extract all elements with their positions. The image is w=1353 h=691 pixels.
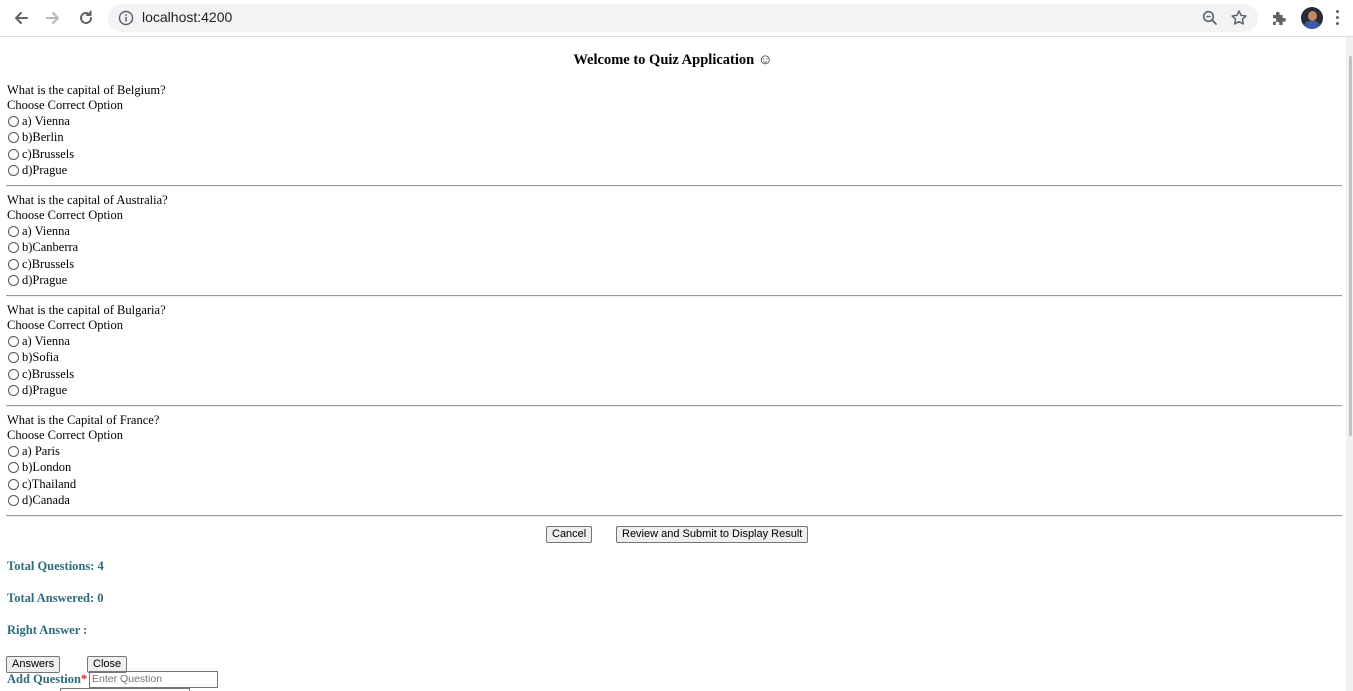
scrollbar-thumb[interactable] [1349, 56, 1352, 436]
add-question-input[interactable]: Enter Question [89, 671, 218, 688]
question-block: What is the capital of Australia? Choose… [6, 193, 1342, 303]
divider [6, 185, 1342, 187]
question-prompt: Choose Correct Option [7, 428, 123, 442]
question-text: What is the capital of Australia? [7, 193, 168, 207]
avatar[interactable] [1301, 7, 1323, 29]
extensions-icon[interactable] [1270, 9, 1288, 32]
url-text[interactable]: localhost:4200 [142, 9, 232, 25]
option-label: d)Canada [22, 493, 70, 507]
option-label: b)London [22, 460, 72, 474]
divider [6, 405, 1342, 407]
option-c[interactable]: c)Brussels [8, 147, 74, 161]
add-question-label: Add Question* [7, 672, 87, 687]
menu-dots-icon[interactable] [1336, 10, 1339, 28]
question-block: What is the capital of Belgium? Choose C… [6, 83, 1342, 193]
zoom-icon[interactable] [1202, 10, 1218, 31]
page-title: Welcome to Quiz Application ☺ [573, 52, 773, 68]
option-a[interactable]: a) Vienna [8, 114, 70, 128]
option-label: a) Vienna [22, 114, 70, 128]
quiz-page: Welcome to Quiz Application ☺ What is th… [0, 37, 1346, 691]
question-block: What is the Capital of France? Choose Co… [6, 413, 1342, 523]
option-c[interactable]: c)Thailand [8, 477, 76, 491]
radio-button[interactable] [8, 445, 19, 457]
divider [6, 295, 1342, 297]
option-label: d)Prague [22, 383, 68, 397]
required-mark: * [80, 672, 88, 686]
radio-button[interactable] [8, 258, 19, 270]
option-label: b)Sofia [22, 350, 59, 364]
star-icon[interactable] [1230, 9, 1248, 32]
option-label: b)Canberra [22, 240, 79, 254]
info-icon[interactable] [118, 10, 134, 31]
question-text: What is the Capital of France? [7, 413, 160, 427]
question-prompt: Choose Correct Option [7, 318, 123, 332]
option-label: d)Prague [22, 163, 68, 177]
radio-button[interactable] [8, 384, 19, 396]
option-c[interactable]: c)Brussels [8, 367, 74, 381]
radio-button[interactable] [8, 478, 19, 490]
radio-button[interactable] [8, 335, 19, 347]
option-label: a) Vienna [22, 224, 70, 238]
option-label: c)Brussels [22, 147, 75, 161]
option-d[interactable]: d)Prague [8, 163, 67, 177]
radio-button[interactable] [8, 494, 19, 506]
cancel-button[interactable]: Cancel [546, 526, 593, 543]
radio-button[interactable] [8, 225, 19, 237]
right-answer: Right Answer : [7, 623, 88, 637]
option-a[interactable]: a) Paris [8, 444, 60, 458]
total-questions: Total Questions: 4 [7, 559, 104, 573]
radio-button[interactable] [8, 274, 19, 286]
address-bar[interactable]: localhost:4200 [108, 4, 1258, 32]
back-arrow-icon[interactable] [8, 5, 34, 31]
divider [6, 515, 1342, 517]
option-b[interactable]: b)Canberra [8, 240, 78, 254]
option-b[interactable]: b)Berlin [8, 130, 64, 144]
option-a[interactable]: a) Vienna [8, 334, 70, 348]
total-answered: Total Answered: 0 [7, 591, 104, 605]
option-label: c)Thailand [22, 477, 77, 491]
option-b[interactable]: b)London [8, 460, 71, 474]
radio-button[interactable] [8, 241, 19, 253]
option-label: c)Brussels [22, 257, 75, 271]
question-prompt: Choose Correct Option [7, 98, 123, 112]
option-label: b)Berlin [22, 130, 64, 144]
answers-button[interactable]: Answers [6, 656, 61, 673]
option-label: d)Prague [22, 273, 68, 287]
option-label: a) Paris [22, 444, 60, 458]
option-label: a) Vienna [22, 334, 70, 348]
forward-arrow-icon[interactable] [40, 5, 66, 31]
option-a[interactable]: a) Vienna [8, 224, 70, 238]
browser-toolbar: localhost:4200 [0, 0, 1353, 37]
option-d[interactable]: d)Prague [8, 273, 67, 287]
question-prompt: Choose Correct Option [7, 208, 123, 222]
radio-button[interactable] [8, 461, 19, 473]
radio-button[interactable] [8, 164, 19, 176]
question-list: What is the capital of Belgium? Choose C… [6, 83, 1342, 523]
option-c[interactable]: c)Brussels [8, 257, 74, 271]
add-question-text: Add Question [7, 672, 81, 686]
question-block: What is the capital of Bulgaria? Choose … [6, 303, 1342, 413]
question-text: What is the capital of Belgium? [7, 83, 166, 97]
review-submit-button[interactable]: Review and Submit to Display Result [616, 526, 809, 543]
question-text: What is the capital of Bulgaria? [7, 303, 166, 317]
option-b[interactable]: b)Sofia [8, 350, 59, 364]
reload-icon[interactable] [73, 5, 99, 31]
option-d[interactable]: d)Prague [8, 383, 67, 397]
option-d[interactable]: d)Canada [8, 493, 70, 507]
radio-button[interactable] [8, 368, 19, 380]
option-label: c)Brussels [22, 367, 75, 381]
radio-button[interactable] [8, 115, 19, 127]
radio-button[interactable] [8, 351, 19, 363]
radio-button[interactable] [8, 148, 19, 160]
radio-button[interactable] [8, 131, 19, 143]
